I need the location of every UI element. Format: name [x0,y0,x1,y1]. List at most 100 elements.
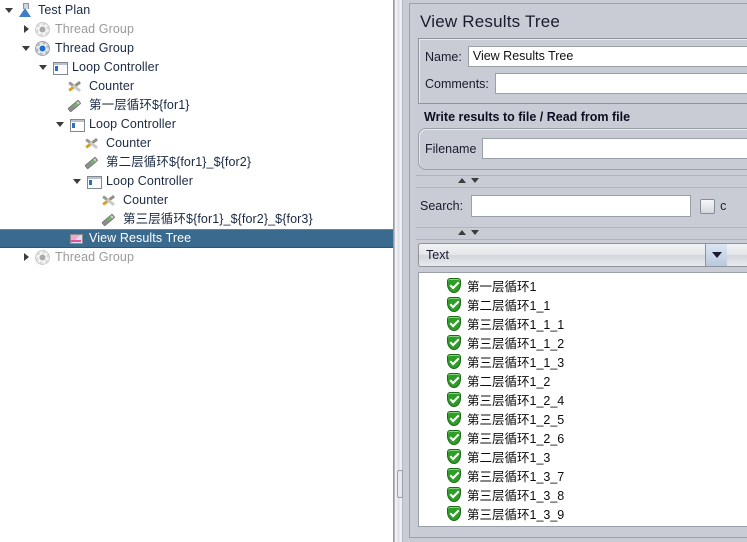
chevron-down-icon[interactable] [471,230,479,235]
expand-toggle-open-icon[interactable] [71,172,84,191]
success-icon [447,468,461,483]
success-icon [447,297,461,312]
result-item[interactable]: 第一层循环1 [419,276,747,295]
result-item[interactable]: 第三层循环1_3_7 [419,466,747,485]
tree-node-label: Loop Controller [72,60,159,74]
renderer-selected-value: Text [426,248,449,262]
split-collapse-arrows-lower [458,230,479,235]
page-title: View Results Tree [420,12,561,31]
tree-node[interactable]: Test Plan [0,1,393,20]
result-item[interactable]: 第三层循环1_3_9 [419,504,747,523]
tree-node[interactable]: Counter [0,191,393,210]
name-label: Name: [425,49,462,64]
result-item[interactable]: 第三层循环1_2_5 [419,409,747,428]
search-input[interactable] [471,195,692,217]
chevron-down-icon[interactable] [471,178,479,183]
expand-toggle-open-icon[interactable] [37,58,50,77]
test-plan-tree[interactable]: Test Plan Thread Group Thread Group Loop Co… [0,0,393,267]
loop-controller-icon [51,59,68,76]
result-item[interactable]: 第二层循环1_2 [419,371,747,390]
result-item[interactable]: 第三层循环1_2_4 [419,390,747,409]
tree-node[interactable]: Loop Controller [0,172,393,191]
tree-node[interactable]: Loop Controller [0,115,393,134]
pane-splitter[interactable] [394,0,403,542]
result-item-label: 第三层循环1_3_8 [467,489,565,503]
tree-node-label: Counter [123,193,169,207]
comments-label: Comments: [425,76,489,91]
result-item[interactable]: 第二层循环1_1 [419,295,747,314]
filename-label: Filename [425,141,477,156]
view-results-tree-icon [68,230,85,247]
tree-node[interactable]: Loop Controller [0,58,393,77]
view-results-tree-pane: View Results Tree Name: View Results Tre… [403,0,747,542]
result-item[interactable]: 第三层循环1_2_6 [419,428,747,447]
tree-node[interactable]: 第二层循环${for1}_${for2} [0,153,393,172]
renderer-select[interactable]: Text [418,243,747,267]
thread-group-icon [34,21,51,38]
expand-toggle-open-icon[interactable] [20,39,33,58]
chevron-up-icon[interactable] [458,230,466,235]
renderer-dropdown-button[interactable] [705,244,727,266]
filename-row: Filename [419,135,747,162]
search-row: Search: c [410,191,747,222]
tree-node-label: Thread Group [55,250,135,264]
result-item[interactable]: 第三层循环1_1_3 [419,352,747,371]
success-icon [447,430,461,445]
tree-node-label: 第二层循环${for1}_${for2} [106,155,252,169]
tree-node-label: Loop Controller [106,174,193,188]
results-list[interactable]: 第一层循环1 第二层循环1_1 第三层循环1_1_1 第三层循环1_1_2 第三层循环1… [418,272,747,527]
result-item-label: 第二层循环1_3 [467,451,551,465]
result-item-label: 第三层循环1_3_7 [467,470,565,484]
test-plan-tree-pane: Test Plan Thread Group Thread Group Loop Co… [0,0,394,542]
result-item-label: 第一层循环1 [467,280,537,294]
result-item-label: 第三层循环1_1_3 [467,356,565,370]
split-divider-upper[interactable] [416,175,747,188]
tree-node[interactable]: Counter [0,77,393,96]
expand-toggle-closed-icon[interactable] [20,248,33,267]
expand-toggle-open-icon[interactable] [3,1,16,20]
tree-node-label: Test Plan [38,3,91,17]
name-input[interactable]: View Results Tree [467,46,747,67]
comments-input[interactable] [494,73,747,94]
counter-icon [85,135,102,152]
sampler-icon [85,154,102,171]
tree-node[interactable]: Thread Group [0,248,393,267]
expand-toggle-closed-icon[interactable] [20,20,33,39]
view-results-tree-panel: View Results Tree Name: View Results Tre… [409,3,747,538]
success-icon [447,354,461,369]
tree-node[interactable]: 第三层循环${for1}_${for2}_${for3} [0,210,393,229]
tree-node[interactable]: 第一层循环${for1} [0,96,393,115]
result-item[interactable]: 第三层循环1_3_8 [419,485,747,504]
loop-controller-icon [85,173,102,190]
result-item-label: 第二层循环1_1 [467,299,551,313]
result-item[interactable]: 第三层循环1_1_1 [419,314,747,333]
filename-box: Filename [418,128,747,170]
success-icon [447,373,461,388]
expand-toggle-open-icon[interactable] [54,115,67,134]
tree-node-label: Thread Group [55,22,135,36]
success-icon [447,316,461,331]
tree-node[interactable]: View Results Tree [0,229,393,248]
counter-icon [102,192,119,209]
comments-row: Comments: [419,70,747,97]
result-item[interactable]: 第二层循环1_3 [419,447,747,466]
thread-group-icon [34,40,51,57]
flask-icon [17,2,34,19]
success-icon [447,278,461,293]
case-sensitive-checkbox[interactable] [700,198,716,214]
tree-node[interactable]: Thread Group [0,20,393,39]
result-item-label: 第三层循环1_2_6 [467,432,565,446]
tree-node[interactable]: Counter [0,134,393,153]
filename-input[interactable] [482,138,747,159]
split-divider-lower[interactable] [416,227,747,240]
tree-node[interactable]: Thread Group [0,39,393,58]
chevron-up-icon[interactable] [458,178,466,183]
jmeter-window: Test Plan Thread Group Thread Group Loop Co… [0,0,747,542]
result-item[interactable]: 第三层循环1_1_2 [419,333,747,352]
counter-icon [68,78,85,95]
name-row: Name: View Results Tree [419,43,747,70]
